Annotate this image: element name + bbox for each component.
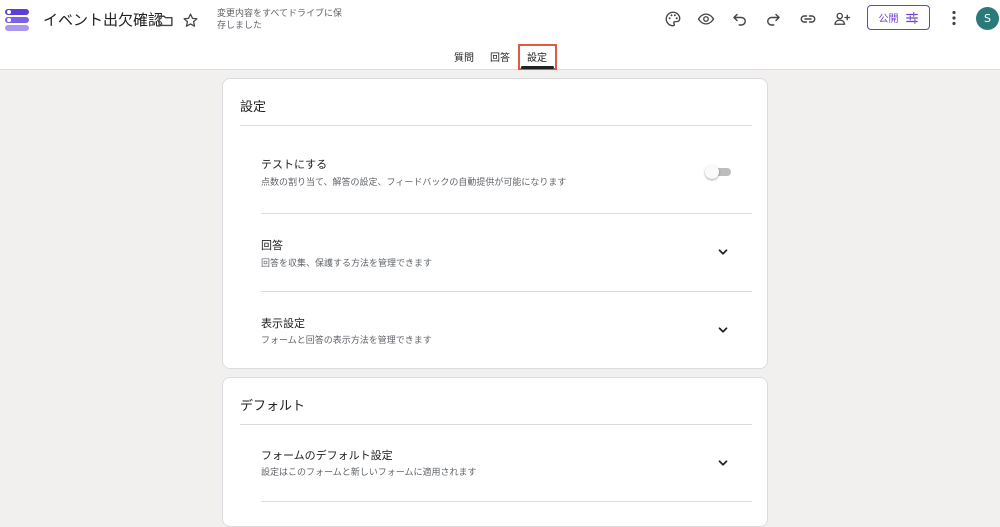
forms-logo-icon[interactable] — [5, 9, 29, 31]
tab-settings[interactable]: 設定 — [527, 49, 547, 64]
top-bar: イベント出欠確認 変更内容をすべてドライブに保存しました 公開 S 質問 回答 … — [0, 0, 1000, 70]
tab-responses[interactable]: 回答 — [490, 49, 510, 64]
setting-row-title: テストにする — [261, 158, 328, 171]
avatar[interactable]: S — [976, 7, 999, 30]
publish-button[interactable]: 公開 — [867, 5, 930, 30]
form-title[interactable]: イベント出欠確認 — [43, 9, 163, 31]
quiz-toggle[interactable] — [705, 165, 731, 179]
setting-row-desc: 点数の割り当て、解答の設定、フィードバックの自動提供が可能になります — [261, 178, 567, 188]
add-collaborator-icon[interactable] — [829, 6, 855, 32]
setting-row-desc: フォームと回答の表示方法を管理できます — [261, 336, 432, 346]
row-divider — [261, 291, 752, 292]
setting-row-title: フォームのデフォルト設定 — [261, 449, 393, 462]
save-status: 変更内容をすべてドライブに保存しました — [217, 9, 343, 31]
row-divider — [261, 213, 752, 214]
redo-icon[interactable] — [760, 6, 786, 32]
setting-row-desc: 設定はこのフォームと新しいフォームに適用されます — [261, 468, 477, 478]
card-divider — [240, 424, 752, 425]
tune-icon — [905, 11, 918, 24]
setting-row-desc: 回答を収集、保護する方法を管理できます — [261, 259, 433, 269]
star-icon[interactable] — [178, 8, 202, 32]
undo-icon[interactable] — [727, 6, 753, 32]
tab-questions[interactable]: 質問 — [454, 49, 474, 64]
folder-icon[interactable] — [153, 8, 177, 32]
settings-card-title: 設定 — [240, 100, 267, 115]
chevron-down-icon[interactable] — [716, 456, 730, 470]
palette-icon[interactable] — [660, 6, 686, 32]
more-vert-icon[interactable] — [944, 6, 964, 30]
defaults-card: デフォルト フォームのデフォルト設定 設定はこのフォームと新しいフォームに適用さ… — [222, 377, 768, 527]
defaults-card-title: デフォルト — [240, 399, 306, 414]
settings-card: 設定 テストにする 点数の割り当て、解答の設定、フィードバックの自動提供が可能に… — [222, 78, 768, 369]
publish-label: 公開 — [878, 14, 899, 25]
setting-row-title: 回答 — [261, 239, 283, 252]
preview-eye-icon[interactable] — [693, 6, 719, 32]
row-divider — [261, 501, 752, 502]
tab-active-underline — [521, 66, 554, 69]
link-icon[interactable] — [795, 6, 821, 32]
setting-row-title: 表示設定 — [261, 317, 305, 330]
chevron-down-icon[interactable] — [716, 245, 730, 259]
chevron-down-icon[interactable] — [716, 323, 730, 337]
card-divider — [240, 125, 752, 126]
